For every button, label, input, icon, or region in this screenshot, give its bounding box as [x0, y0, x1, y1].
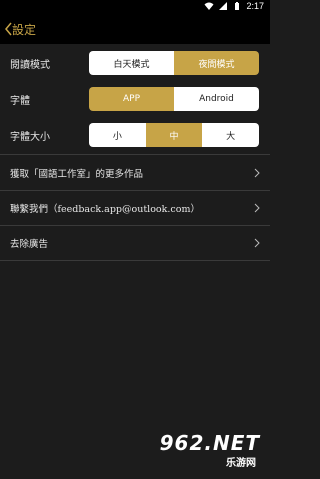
- link-contact-us-label: 聯繫我們（feedback.app@outlook.com）: [10, 204, 200, 215]
- reading-mode-segmented-control: 白天模式 夜間模式: [89, 51, 259, 75]
- link-more-works-label: 獲取「國語工作室」的更多作品: [10, 169, 144, 180]
- font-size-label: 字體大小: [10, 132, 50, 143]
- setting-font: 字體 APP Android: [0, 84, 270, 114]
- link-more-works[interactable]: 獲取「國語工作室」的更多作品: [0, 156, 270, 190]
- watermark-line1: 962.NET: [159, 431, 260, 455]
- link-remove-ads-label: 去除廣告: [10, 239, 49, 250]
- segment-night-mode-label: 夜間模式: [198, 59, 235, 70]
- font-segmented-control: APP Android: [89, 87, 259, 111]
- divider: [0, 260, 270, 261]
- page-title: 設定: [12, 23, 37, 37]
- link-contact-us[interactable]: 聯繫我們（feedback.app@outlook.com）: [0, 191, 270, 225]
- app-bar: 設定: [0, 14, 270, 44]
- segment-font-android-label: Android: [199, 94, 234, 104]
- segment-size-small-label: 小: [112, 131, 122, 142]
- status-icons: 2:17: [204, 1, 264, 11]
- segment-size-small[interactable]: 小: [89, 123, 146, 147]
- segment-size-medium-label: 中: [169, 131, 179, 142]
- reading-mode-label: 閱讀模式: [10, 60, 50, 71]
- segment-size-large[interactable]: 大: [202, 123, 259, 147]
- battery-icon: [235, 2, 240, 10]
- signal-icon: [219, 2, 228, 10]
- segment-size-medium[interactable]: 中: [145, 123, 203, 147]
- status-time: 2:17: [246, 1, 264, 11]
- wifi-icon: [204, 2, 214, 10]
- chevron-right-icon: [254, 238, 260, 248]
- segment-font-app-label: APP: [122, 94, 140, 104]
- setting-font-size: 字體大小 小 中 大: [0, 120, 270, 150]
- setting-reading-mode: 閱讀模式 白天模式 夜間模式: [0, 48, 270, 78]
- segment-night-mode[interactable]: 夜間模式: [174, 51, 259, 75]
- segment-size-large-label: 大: [226, 131, 236, 142]
- chevron-right-icon: [254, 168, 260, 178]
- chevron-right-icon: [254, 203, 260, 213]
- segment-day-mode[interactable]: 白天模式: [89, 51, 174, 75]
- segment-font-android[interactable]: Android: [174, 87, 259, 111]
- link-remove-ads[interactable]: 去除廣告: [0, 226, 270, 260]
- watermark-logo: 962.NET 乐游网: [158, 431, 266, 475]
- font-label: 字體: [10, 96, 30, 107]
- status-bar: 2:17: [0, 0, 270, 14]
- watermark-line2: 乐游网: [226, 458, 256, 469]
- divider: [0, 154, 270, 155]
- font-size-segmented-control: 小 中 大: [89, 123, 259, 147]
- segment-day-mode-label: 白天模式: [113, 59, 150, 70]
- segment-font-app[interactable]: APP: [89, 87, 174, 111]
